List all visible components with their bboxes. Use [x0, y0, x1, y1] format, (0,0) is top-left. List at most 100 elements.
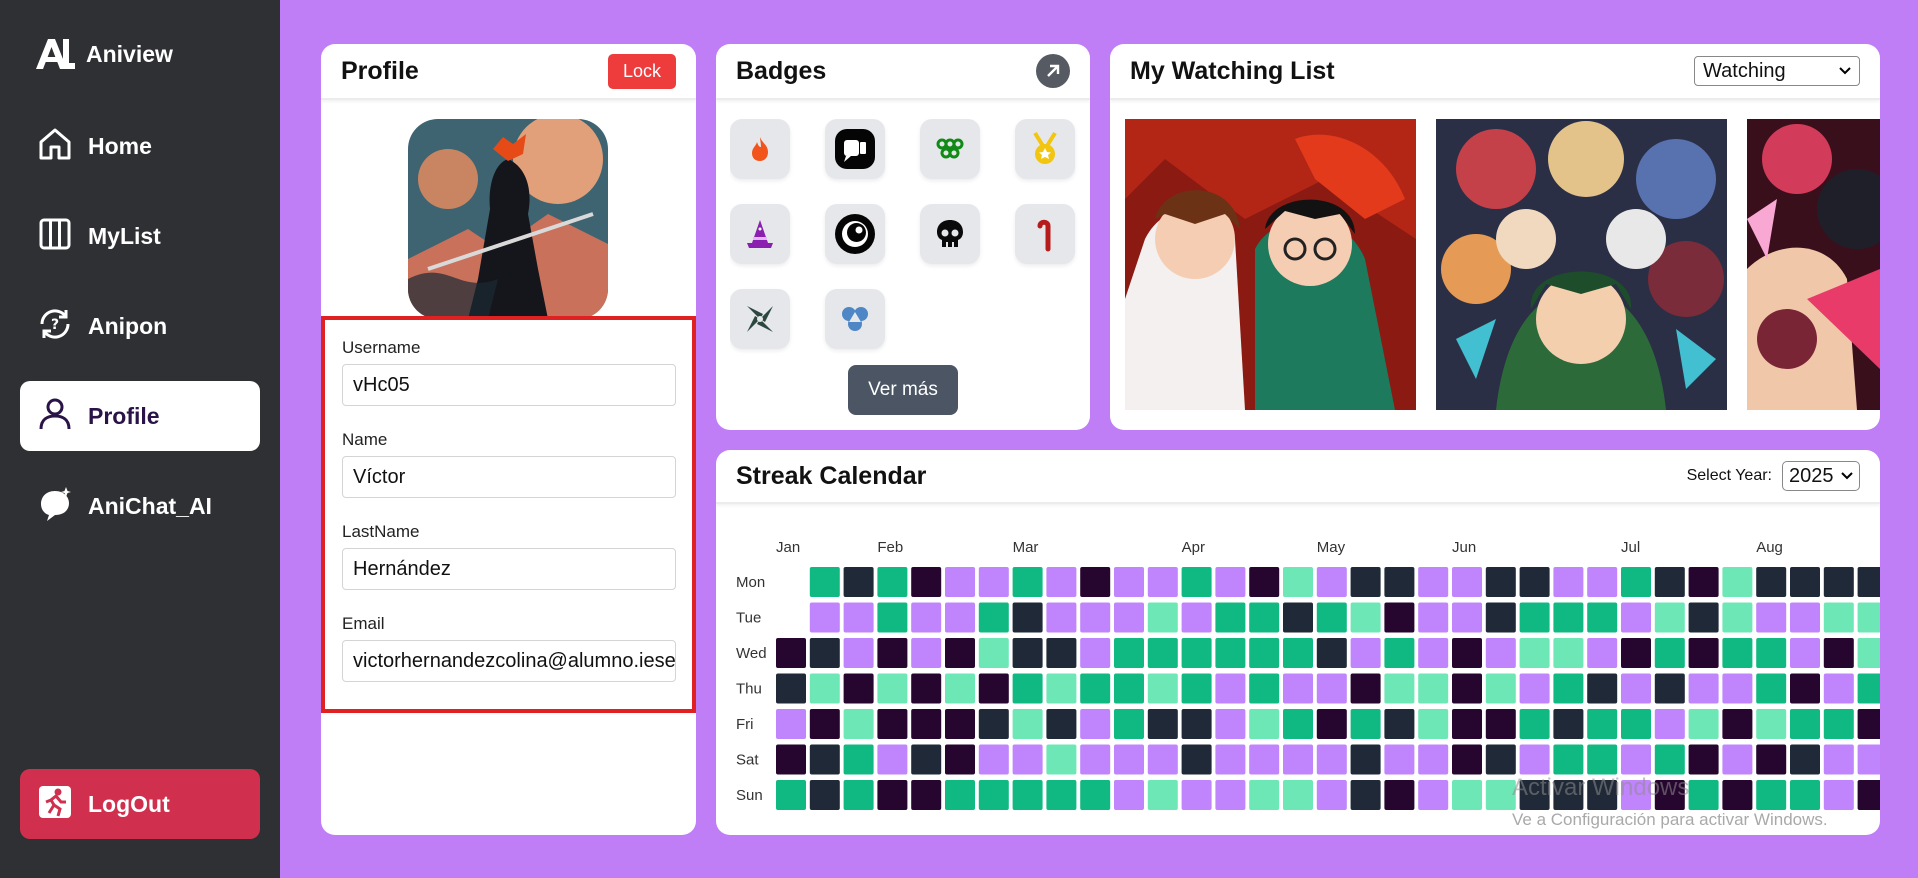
calendar-day-cell[interactable] [1114, 567, 1144, 597]
calendar-day-cell[interactable] [843, 638, 874, 668]
skull-icon[interactable] [920, 204, 980, 264]
calendar-day-cell[interactable] [945, 638, 975, 668]
calendar-day-cell[interactable] [1553, 709, 1584, 739]
calendar-day-cell[interactable] [1452, 673, 1482, 704]
calendar-day-cell[interactable] [1485, 567, 1516, 597]
calendar-day-cell[interactable] [978, 673, 1009, 704]
calendar-day-cell[interactable] [1147, 780, 1178, 810]
calendar-day-cell[interactable] [1452, 744, 1482, 775]
calendar-day-cell[interactable] [1249, 709, 1280, 739]
calendar-day-cell[interactable] [1046, 567, 1077, 597]
calendar-day-cell[interactable] [1249, 567, 1280, 597]
calendar-day-cell[interactable] [877, 709, 908, 739]
username-field[interactable]: vHc05 [342, 364, 676, 406]
calendar-day-cell[interactable] [1283, 567, 1313, 597]
see-more-button[interactable]: Ver más [848, 365, 958, 415]
calendar-day-cell[interactable] [809, 638, 840, 668]
calendar-day-cell[interactable] [1384, 567, 1415, 597]
calendar-day-cell[interactable] [1519, 602, 1550, 633]
calendar-day-cell[interactable] [1756, 780, 1787, 810]
calendar-day-cell[interactable] [911, 709, 942, 739]
chat-video-icon[interactable] [825, 119, 885, 179]
calendar-day-cell[interactable] [1181, 602, 1212, 633]
calendar-day-cell[interactable] [1519, 567, 1550, 597]
shuriken-icon[interactable] [730, 289, 790, 349]
calendar-day-cell[interactable] [1215, 673, 1246, 704]
calendar-day-cell[interactable] [978, 567, 1009, 597]
calendar-day-cell[interactable] [1080, 673, 1111, 704]
calendar-day-cell[interactable] [1283, 673, 1313, 704]
calendar-day-cell[interactable] [1215, 709, 1246, 739]
sidebar-item-profile[interactable]: Profile [20, 381, 260, 451]
calendar-day-cell[interactable] [1147, 567, 1178, 597]
calendar-day-cell[interactable] [877, 744, 908, 775]
calendar-day-cell[interactable] [1181, 744, 1212, 775]
calendar-day-cell[interactable] [1485, 673, 1516, 704]
calendar-day-cell[interactable] [843, 567, 874, 597]
calendar-day-cell[interactable] [1519, 673, 1550, 704]
calendar-day-cell[interactable] [1823, 602, 1854, 633]
calendar-day-cell[interactable] [877, 638, 908, 668]
calendar-day-cell[interactable] [1790, 638, 1820, 668]
calendar-day-cell[interactable] [1181, 673, 1212, 704]
calendar-day-cell[interactable] [1046, 780, 1077, 810]
sidebar-item-home[interactable]: Home [20, 111, 260, 181]
calendar-day-cell[interactable] [911, 602, 942, 633]
calendar-day-cell[interactable] [1215, 567, 1246, 597]
calendar-day-cell[interactable] [1519, 709, 1550, 739]
calendar-day-cell[interactable] [1418, 638, 1449, 668]
calendar-day-cell[interactable] [1012, 744, 1043, 775]
calendar-day-cell[interactable] [911, 638, 942, 668]
lock-button[interactable]: Lock [607, 53, 676, 89]
anime-poster[interactable] [1436, 119, 1727, 410]
calendar-day-cell[interactable] [776, 709, 806, 739]
calendar-day-cell[interactable] [809, 709, 840, 739]
calendar-day-cell[interactable] [1823, 567, 1854, 597]
calendar-day-cell[interactable] [1418, 780, 1449, 810]
calendar-day-cell[interactable] [1587, 638, 1618, 668]
calendar-day-cell[interactable] [1283, 780, 1313, 810]
calendar-day-cell[interactable] [809, 744, 840, 775]
calendar-day-cell[interactable] [809, 673, 840, 704]
calendar-day-cell[interactable] [1350, 709, 1381, 739]
calendar-day-cell[interactable] [1587, 709, 1618, 739]
calendar-day-cell[interactable] [843, 709, 874, 739]
calendar-day-cell[interactable] [877, 567, 908, 597]
calendar-day-cell[interactable] [1485, 709, 1516, 739]
calendar-day-cell[interactable] [1587, 744, 1618, 775]
calendar-day-cell[interactable] [843, 744, 874, 775]
calendar-day-cell[interactable] [1452, 638, 1482, 668]
calendar-day-cell[interactable] [1080, 780, 1111, 810]
calendar-day-cell[interactable] [945, 709, 975, 739]
calendar-day-cell[interactable] [776, 638, 806, 668]
logout-button[interactable]: LogOut [20, 769, 260, 839]
calendar-day-cell[interactable] [1553, 744, 1584, 775]
calendar-day-cell[interactable] [1283, 638, 1313, 668]
calendar-day-cell[interactable] [1046, 673, 1077, 704]
calendar-day-cell[interactable] [1688, 709, 1719, 739]
calendar-day-cell[interactable] [1823, 744, 1854, 775]
calendar-day-cell[interactable] [1316, 567, 1347, 597]
calendar-day-cell[interactable] [1485, 744, 1516, 775]
calendar-day-cell[interactable] [1384, 602, 1415, 633]
calendar-day-cell[interactable] [1283, 602, 1313, 633]
calendar-day-cell[interactable] [1857, 709, 1880, 739]
calendar-day-cell[interactable] [1519, 744, 1550, 775]
calendar-day-cell[interactable] [945, 673, 975, 704]
calendar-day-cell[interactable] [1756, 567, 1787, 597]
calendar-day-cell[interactable] [1621, 602, 1651, 633]
calendar-day-cell[interactable] [1621, 709, 1651, 739]
calendar-day-cell[interactable] [1249, 673, 1280, 704]
sidebar-item-anipon[interactable]: ? Anipon [20, 291, 260, 361]
crunchyroll-icon[interactable] [825, 204, 885, 264]
calendar-day-cell[interactable] [809, 567, 840, 597]
calendar-day-cell[interactable] [1452, 602, 1482, 633]
calendar-day-cell[interactable] [911, 744, 942, 775]
sidebar-item-mylist[interactable]: MyList [20, 201, 260, 271]
calendar-day-cell[interactable] [1012, 709, 1043, 739]
calendar-day-cell[interactable] [1114, 673, 1144, 704]
calendar-day-cell[interactable] [1350, 744, 1381, 775]
wizard-hat-icon[interactable] [730, 204, 790, 264]
calendar-day-cell[interactable] [1080, 744, 1111, 775]
calendar-day-cell[interactable] [1722, 780, 1753, 810]
